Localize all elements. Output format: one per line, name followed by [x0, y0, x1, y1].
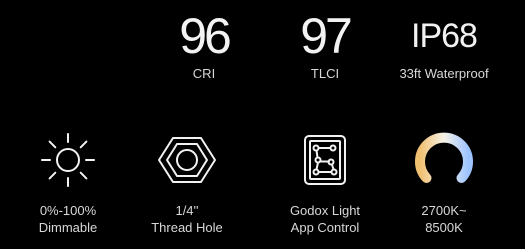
color-temp-min: 2700K~ [421, 203, 467, 218]
tlci-stat: 97 TLCI [265, 8, 385, 81]
tlci-value: 97 [300, 8, 353, 64]
hex-nut-icon [158, 137, 216, 183]
ip-rating-value: IP68 [411, 17, 478, 55]
dimmable-range: 0%-100% [39, 203, 97, 218]
thread-hole-feature: 1/4'' Thread Hole [127, 128, 247, 236]
app-control-feature: Godox Light App Control [265, 128, 385, 236]
color-temp-feature: 2700K~ 8500K [384, 128, 504, 236]
cri-stat: 96 CRI [144, 8, 264, 81]
color-temp-max: 8500K [425, 220, 463, 235]
sun-brightness-icon [41, 133, 95, 187]
tlci-label: TLCI [310, 66, 340, 81]
app-network-icon [304, 135, 346, 185]
app-brand: Godox Light [289, 203, 361, 218]
dimmable-label: Dimmable [38, 220, 98, 235]
thread-size: 1/4'' [175, 203, 199, 218]
color-temperature-ring-icon [415, 132, 473, 183]
dimmable-feature: 0%-100% Dimmable [8, 128, 128, 236]
thread-hole-label: Thread Hole [151, 220, 223, 235]
waterproof-stat: IP68 33ft Waterproof [384, 8, 504, 81]
cri-value: 96 [179, 8, 232, 64]
waterproof-label: 33ft Waterproof [399, 66, 489, 81]
app-control-label: App Control [290, 220, 360, 235]
cri-label: CRI [192, 66, 216, 81]
